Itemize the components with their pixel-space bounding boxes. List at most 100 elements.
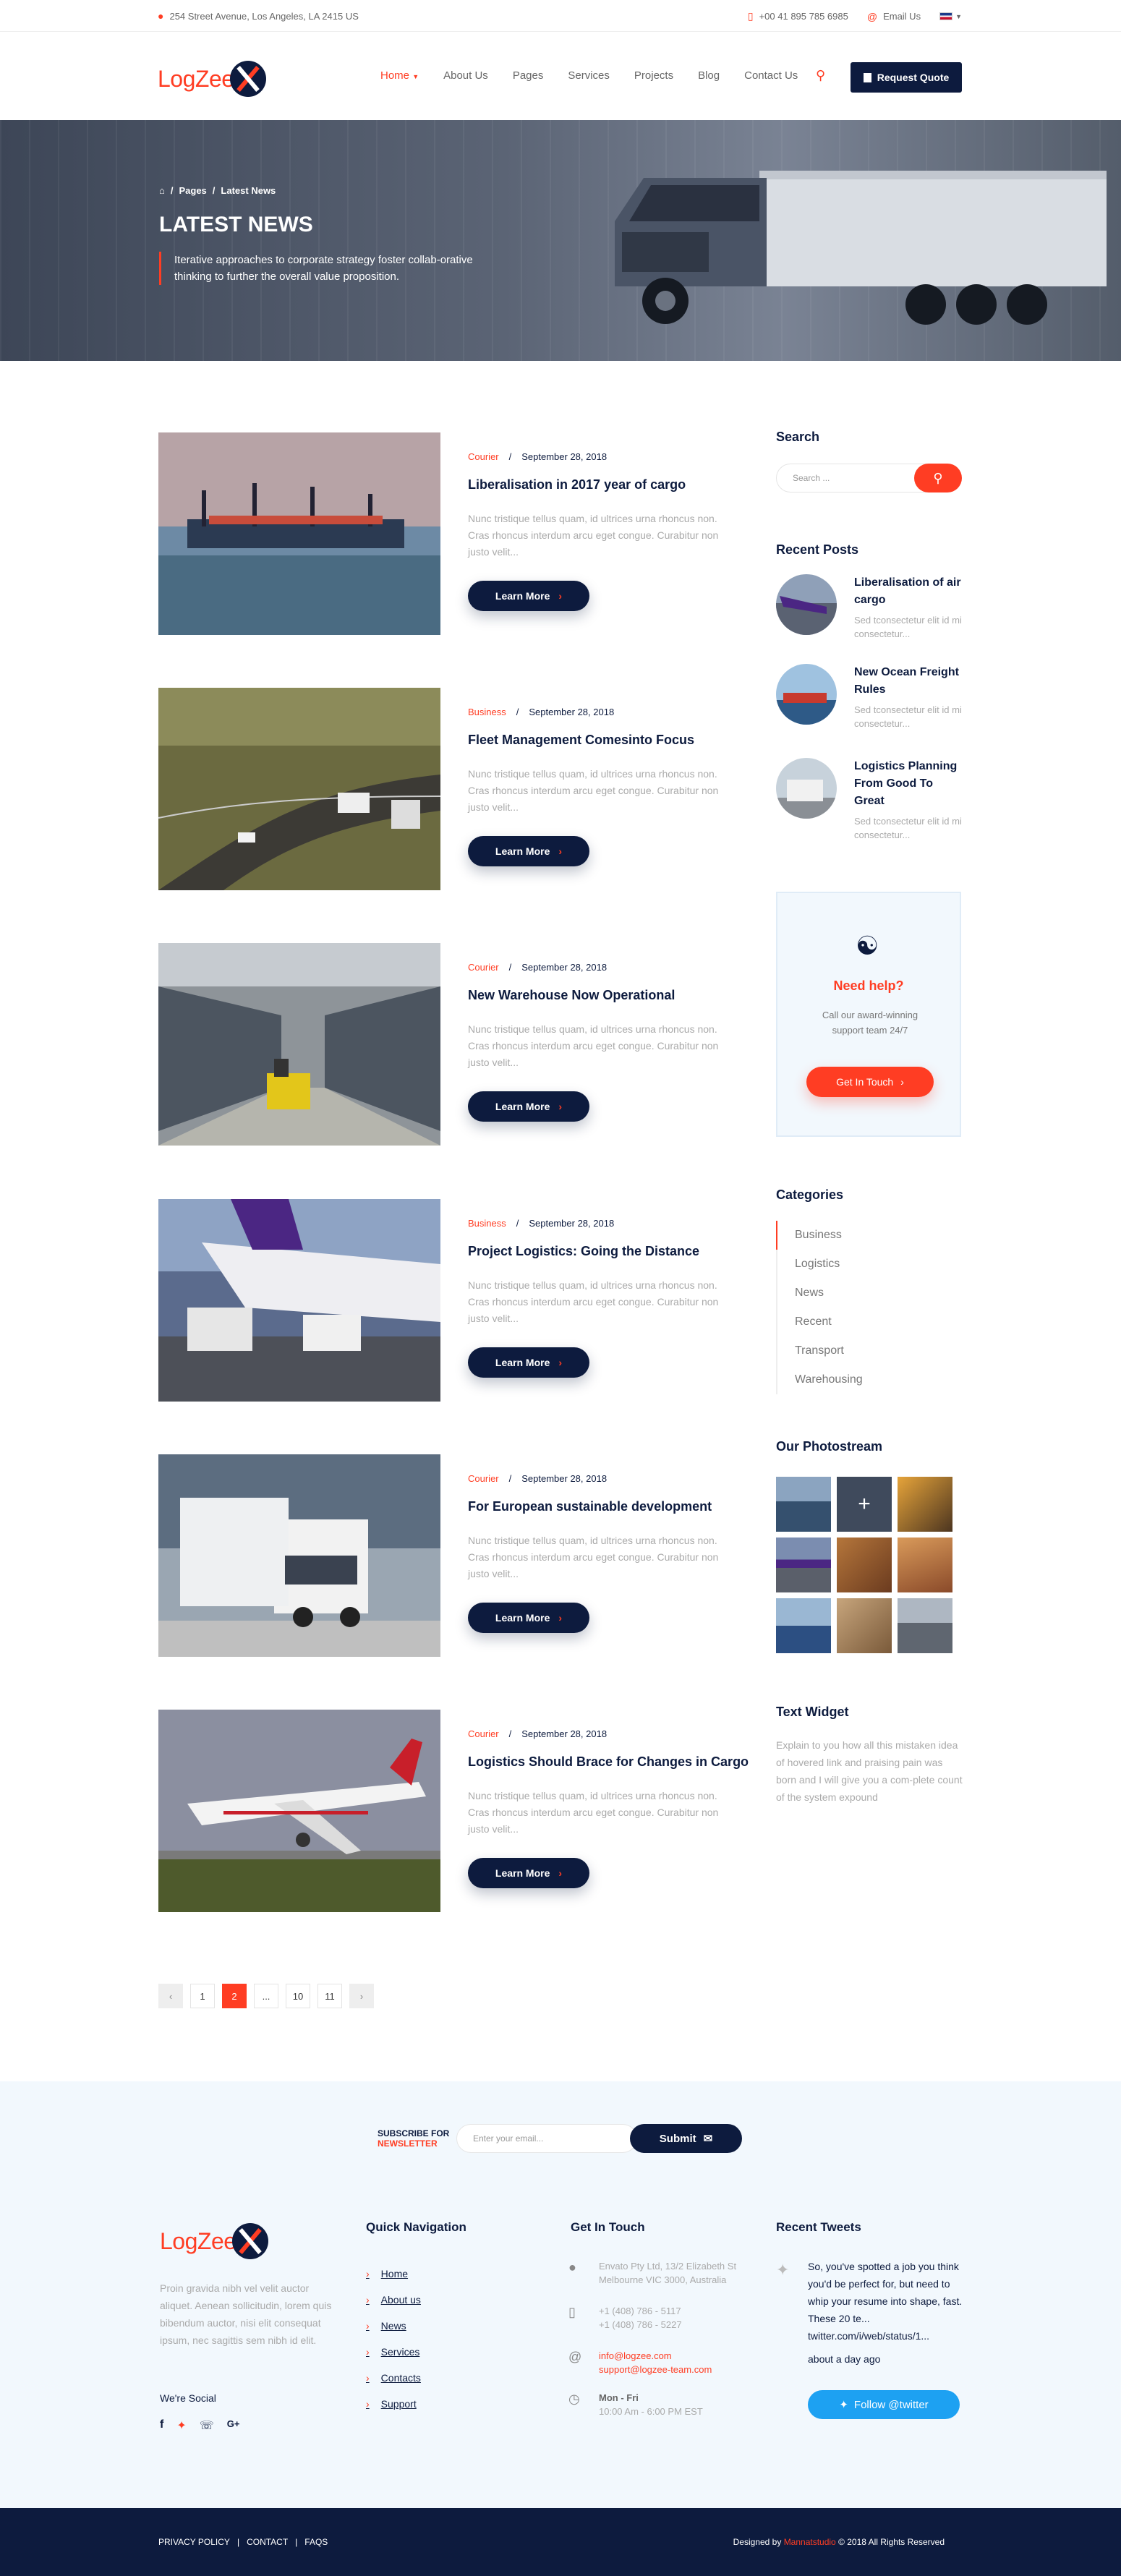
nav-pages[interactable]: Pages	[513, 69, 544, 82]
get-in-touch-button[interactable]: Get In Touch ›	[806, 1067, 934, 1097]
post-meta: Courier / September 28, 2018	[468, 962, 607, 973]
learn-more-button[interactable]: Learn More ›	[468, 1603, 589, 1633]
post-category[interactable]: Courier	[468, 451, 499, 462]
learn-more-button[interactable]: Learn More ›	[468, 836, 589, 866]
photo-thumb[interactable]	[898, 1477, 952, 1532]
photo-thumb[interactable]	[837, 1598, 892, 1653]
learn-more-button[interactable]: Learn More ›	[468, 581, 589, 611]
page-button-current[interactable]: 2	[222, 1984, 247, 2008]
hero-banner: ⌂ / Pages / Latest News LATEST NEWS Iter…	[0, 120, 1121, 361]
post-image-warehouse[interactable]	[158, 943, 440, 1146]
faqs-link[interactable]: FAQS	[304, 2537, 328, 2547]
post-category[interactable]: Courier	[468, 1473, 499, 1484]
nav-home[interactable]: Home ▼	[380, 69, 419, 82]
post-image-highway[interactable]	[158, 688, 440, 890]
footer-logo[interactable]: LogZee	[160, 2223, 268, 2259]
category-item[interactable]: Warehousing	[776, 1365, 961, 1394]
post-category[interactable]: Courier	[468, 962, 499, 973]
learn-more-label: Learn More	[495, 1357, 550, 1368]
text-widget-title: Text Widget	[776, 1705, 849, 1719]
post-title[interactable]: New Warehouse Now Operational	[468, 988, 757, 1003]
recent-post-title[interactable]: Liberalisation of air cargo	[854, 574, 963, 609]
recent-post-item[interactable]: Logistics Planning From Good To Great Se…	[776, 758, 964, 840]
email-link[interactable]: @ Email Us	[867, 11, 921, 22]
newsletter-email-input[interactable]: Enter your email...	[456, 2124, 637, 2153]
whatsapp-icon[interactable]: ☏	[200, 2418, 214, 2433]
post-title[interactable]: For European sustainable development	[468, 1499, 757, 1514]
designer-link[interactable]: Mannatstudio	[784, 2537, 836, 2547]
post-date: September 28, 2018	[521, 1473, 608, 1484]
photo-thumb[interactable]	[898, 1538, 952, 1592]
quick-nav-item[interactable]: › About us	[366, 2287, 421, 2313]
post-title[interactable]: Project Logistics: Going the Distance	[468, 1244, 757, 1259]
quick-nav-item[interactable]: › Support	[366, 2391, 421, 2417]
post-title[interactable]: Logistics Should Brace for Changes in Ca…	[468, 1754, 757, 1770]
quick-nav-item[interactable]: › Contacts	[366, 2365, 421, 2391]
post-image-airplane-fedex[interactable]	[158, 1199, 440, 1402]
post-title[interactable]: Fleet Management Comesinto Focus	[468, 733, 757, 748]
nav-blog[interactable]: Blog	[698, 69, 720, 82]
category-item[interactable]: Recent	[776, 1308, 961, 1336]
post-category[interactable]: Business	[468, 707, 506, 717]
email-link[interactable]: support@logzee-team.com	[599, 2363, 772, 2376]
post-image-airliner[interactable]	[158, 1710, 440, 1912]
page-button[interactable]: 10	[286, 1984, 310, 2008]
page-button[interactable]: 11	[317, 1984, 342, 2008]
post-category[interactable]: Courier	[468, 1728, 499, 1739]
nav-projects[interactable]: Projects	[634, 69, 673, 82]
contact-link[interactable]: CONTACT	[247, 2537, 288, 2547]
home-icon[interactable]: ⌂	[159, 185, 165, 196]
photo-thumb[interactable]	[776, 1598, 831, 1653]
nav-about[interactable]: About Us	[443, 69, 488, 82]
prev-page-button[interactable]: ‹	[158, 1984, 183, 2008]
learn-more-button[interactable]: Learn More ›	[468, 1091, 589, 1122]
quick-nav-item[interactable]: › News	[366, 2313, 421, 2339]
language-selector[interactable]: ▼	[939, 12, 962, 20]
twitter-icon[interactable]: ✦	[176, 2418, 186, 2433]
request-quote-button[interactable]: Request Quote	[851, 62, 962, 93]
follow-twitter-button[interactable]: ✦ Follow @twitter	[808, 2390, 960, 2419]
learn-more-button[interactable]: Learn More ›	[468, 1347, 589, 1378]
search-icon[interactable]: ⚲	[816, 68, 825, 83]
post-image-port[interactable]	[158, 432, 440, 635]
post-card: Business / September 28, 2018 Fleet Mana…	[158, 688, 756, 890]
recent-post-title[interactable]: New Ocean Freight Rules	[854, 664, 963, 699]
newsletter-submit-button[interactable]: Submit ✉	[630, 2124, 742, 2153]
email-link[interactable]: info@logzee.com	[599, 2349, 772, 2363]
photo-thumb[interactable]	[837, 1538, 892, 1592]
post-category[interactable]: Business	[468, 1218, 506, 1229]
phone-link[interactable]: ▯ +00 41 895 785 6985	[748, 10, 848, 22]
privacy-link[interactable]: PRIVACY POLICY	[158, 2537, 230, 2547]
search-button[interactable]: ⚲	[914, 464, 962, 492]
logo[interactable]: LogZee	[158, 61, 266, 97]
category-item[interactable]: Business	[776, 1221, 961, 1250]
nav-contact[interactable]: Contact Us	[744, 69, 798, 82]
post-title[interactable]: Liberalisation in 2017 year of cargo	[468, 477, 757, 492]
recent-post-title[interactable]: Logistics Planning From Good To Great	[854, 758, 963, 810]
category-item[interactable]: Logistics	[776, 1250, 961, 1279]
google-plus-icon[interactable]: G+	[227, 2418, 240, 2433]
next-page-button[interactable]: ›	[349, 1984, 374, 2008]
photo-thumb[interactable]	[898, 1598, 952, 1653]
post-image-man-truck[interactable]	[158, 1454, 440, 1657]
quick-nav-item[interactable]: › Home	[366, 2261, 421, 2287]
post-card: Courier / September 28, 2018 New Warehou…	[158, 943, 756, 1146]
photo-thumb[interactable]	[776, 1477, 831, 1532]
category-item[interactable]: News	[776, 1279, 961, 1308]
search-input[interactable]: Search ...	[793, 473, 830, 483]
envelope-icon: ✉	[703, 2133, 713, 2145]
recent-post-item[interactable]: New Ocean Freight Rules Sed tconsectetur…	[776, 664, 964, 743]
recent-post-item[interactable]: Liberalisation of air cargo Sed tconsect…	[776, 574, 964, 654]
facebook-icon[interactable]: f	[160, 2418, 163, 2433]
tweet-body[interactable]: So, you've spotted a job you think you'd…	[808, 2261, 962, 2342]
meta-separator: /	[516, 707, 519, 717]
photo-thumb[interactable]	[776, 1538, 831, 1592]
phone-icon: ▯	[747, 10, 754, 22]
quick-nav-item[interactable]: › Services	[366, 2339, 421, 2365]
page-button[interactable]: 1	[190, 1984, 215, 2008]
category-item[interactable]: Transport	[776, 1336, 961, 1365]
photo-thumb-plus[interactable]: +	[837, 1477, 892, 1532]
learn-more-button[interactable]: Learn More ›	[468, 1858, 589, 1888]
nav-services[interactable]: Services	[568, 69, 610, 82]
breadcrumb-pages[interactable]: Pages	[179, 185, 206, 196]
